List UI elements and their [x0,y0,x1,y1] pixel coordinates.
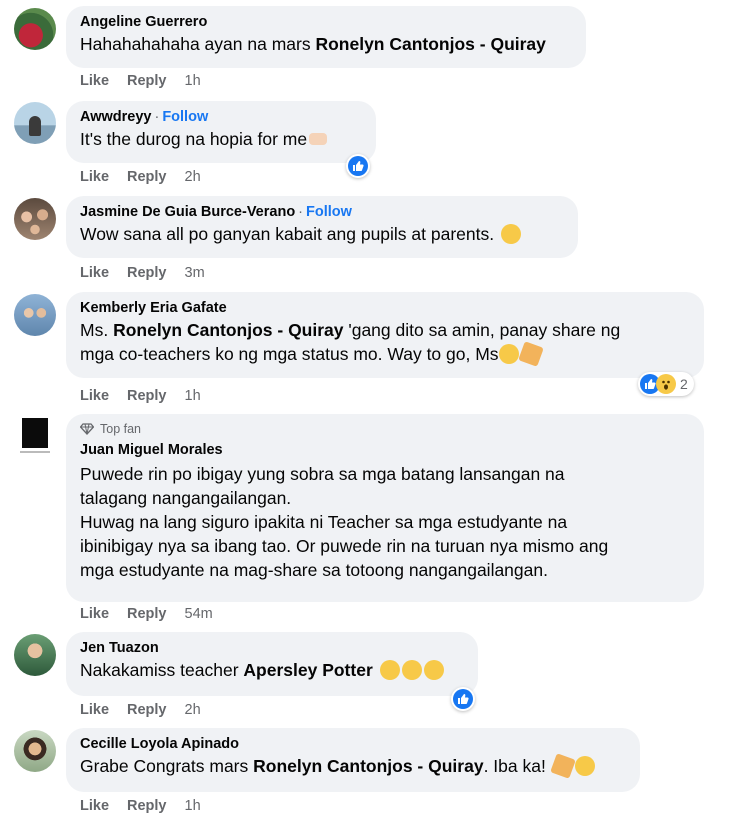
mention-link[interactable]: Ronelyn Cantonjos - Quiray [315,34,545,54]
avatar[interactable] [14,416,56,458]
comment-6: Jen Tuazon Nakakamiss teacher Apersley P… [0,630,750,726]
comment-text: Hahahahahaha ayan na mars Ronelyn Canton… [80,34,546,54]
avatar[interactable] [14,102,56,144]
comment-text: Grabe Congrats mars Ronelyn Cantonjos - … [80,753,628,779]
laughing-face-emoji-icon [423,660,444,680]
comment-bubble: Jen Tuazon Nakakamiss teacher Apersley P… [66,632,478,696]
author-name[interactable]: Awwdreyy [80,109,151,125]
comment-author[interactable]: Jen Tuazon [80,639,466,658]
wow-reaction-icon [656,374,676,394]
timestamp[interactable]: 2h [185,702,201,718]
comment-text: Wow sana all po ganyan kabait ang pupils… [80,222,566,246]
like-button[interactable]: Like [80,169,109,185]
comment-2: Awwdreyy · Follow It's the durog na hopia … [0,96,750,192]
reply-button[interactable]: Reply [127,169,167,185]
comment-author[interactable]: Angeline Guerrero [80,13,574,32]
comment-bubble: Jasmine De Guia Burce-Verano · Follow Wow … [66,196,578,258]
laughing-face-emoji-icon [401,660,422,680]
comment-text: It's the durog na hopia for me [80,127,364,151]
comment-text: Ms. Ronelyn Cantonjos - Quiray 'gang dit… [80,318,692,367]
like-button[interactable]: Like [80,606,109,622]
reply-button[interactable]: Reply [127,798,167,814]
reply-button[interactable]: Reply [127,265,167,281]
author-name[interactable]: Jasmine De Guia Burce-Verano [80,204,295,220]
follow-button[interactable]: Follow [162,109,208,125]
laughing-face-emoji-icon [379,660,400,680]
like-button[interactable]: Like [80,702,109,718]
top-fan-badge: Top fan [80,420,692,438]
comment-text: Nakakamiss teacher Apersley Potter [80,658,466,682]
reaction-badge[interactable] [346,154,370,178]
reply-button[interactable]: Reply [127,702,167,718]
avatar[interactable] [14,634,56,676]
reply-button[interactable]: Reply [127,73,167,89]
like-button[interactable]: Like [80,388,109,404]
timestamp[interactable]: 1h [185,798,201,814]
like-button[interactable]: Like [80,73,109,89]
comment-text: Puwede rin po ibigay yung sobra sa mga b… [80,464,609,580]
comment-actions: Like Reply 2h [80,702,219,718]
reaction-badge[interactable] [451,687,475,711]
reply-button[interactable]: Reply [127,606,167,622]
like-button[interactable]: Like [80,265,109,281]
hands-emoji-icon [309,133,328,145]
mention-link[interactable]: Ronelyn Cantonjos - Quiray [113,320,343,340]
comment-author: Awwdreyy · Follow [80,109,209,125]
comment-3: Jasmine De Guia Burce-Verano · Follow Wow … [0,192,750,288]
mention-link[interactable]: Apersley Potter [243,660,372,680]
star-struck-emoji-icon [498,344,519,364]
reply-button[interactable]: Reply [127,388,167,404]
comment-author[interactable]: Kemberly Eria Gafate [80,299,692,318]
timestamp[interactable]: 2h [185,169,201,185]
comment-actions: Like Reply 2h [80,169,219,185]
comment-7: Cecille Loyola Apinado Grabe Congrats ma… [0,726,750,821]
comment-bubble: Angeline Guerrero Hahahahahaha ayan na m… [66,6,586,68]
like-reaction-icon [453,689,473,709]
like-reaction-icon [348,156,368,176]
mention-link[interactable]: Ronelyn Cantonjos - Quiray [253,756,483,776]
comment-5: Top fan Juan Miguel Morales Puwede rin p… [0,410,750,630]
comment-1: Angeline Guerrero Hahahahahaha ayan na m… [0,0,750,96]
timestamp[interactable]: 54m [185,606,213,622]
comment-author[interactable]: Juan Miguel Morales [80,441,692,460]
comment-actions: Like Reply 3m [80,265,223,281]
reaction-badge[interactable]: 2 [638,372,694,396]
comment-bubble: Cecille Loyola Apinado Grabe Congrats ma… [66,728,640,792]
comment-actions: Like Reply 1h [80,388,219,404]
party-popper-emoji-icon [549,753,576,779]
comment-author[interactable]: Cecille Loyola Apinado [80,735,628,754]
comment-actions: Like Reply 1h [80,73,219,89]
follow-button[interactable]: Follow [306,204,352,220]
timestamp[interactable]: 3m [185,265,205,281]
comment-4: Kemberly Eria Gafate Ms. Ronelyn Cantonj… [0,288,750,410]
comment-author: Jasmine De Guia Burce-Verano · Follow [80,204,352,220]
comment-bubble: Awwdreyy · Follow It's the durog na hopia … [66,101,376,163]
comment-bubble: Top fan Juan Miguel Morales Puwede rin p… [66,414,704,602]
timestamp[interactable]: 1h [185,388,201,404]
comment-actions: Like Reply 54m [80,606,231,622]
avatar[interactable] [14,198,56,240]
pleading-face-emoji-icon [501,224,521,244]
comment-actions: Like Reply 1h [80,798,219,814]
timestamp[interactable]: 1h [185,73,201,89]
avatar[interactable] [14,730,56,772]
comment-bubble: Kemberly Eria Gafate Ms. Ronelyn Cantonj… [66,292,704,378]
diamond-icon [80,423,94,435]
like-button[interactable]: Like [80,798,109,814]
party-popper-emoji-icon [517,341,544,367]
avatar[interactable] [14,8,56,50]
reaction-count: 2 [680,376,688,392]
smiling-face-with-hearts-emoji-icon [574,756,595,776]
avatar[interactable] [14,294,56,336]
